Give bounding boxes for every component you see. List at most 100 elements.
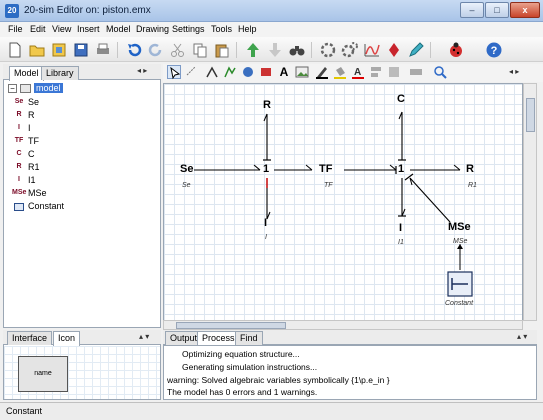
- process-output: Optimizing equation structure... Generat…: [163, 345, 537, 400]
- tab-interface[interactable]: Interface: [7, 331, 53, 345]
- minimize-button[interactable]: –: [460, 2, 484, 18]
- bond-junction2-i1[interactable]: [398, 178, 406, 217]
- node-c[interactable]: C: [397, 93, 405, 105]
- menu-settings[interactable]: Settings: [172, 24, 205, 34]
- bond-junction1-i[interactable]: [266, 178, 271, 220]
- collapse-icon[interactable]: −: [8, 84, 17, 93]
- node-junction1[interactable]: 1: [263, 163, 269, 175]
- help-icon[interactable]: ?: [485, 41, 503, 59]
- panel-arrows-icon[interactable]: ▴ ▾: [139, 332, 149, 341]
- binoculars-icon[interactable]: [288, 41, 306, 59]
- tab-process[interactable]: Process: [197, 331, 240, 346]
- node-tf[interactable]: TF: [319, 163, 332, 175]
- c-element-icon: C: [16, 150, 22, 157]
- image-tool-icon[interactable]: [295, 65, 309, 79]
- bond-junction2-c[interactable]: [398, 111, 406, 161]
- horizontal-scroll-thumb[interactable]: [176, 322, 286, 329]
- menu-insert[interactable]: Insert: [77, 24, 100, 34]
- rectangle-tool-icon[interactable]: [259, 65, 273, 79]
- arrange-icon[interactable]: [387, 65, 401, 79]
- menu-drawing[interactable]: Drawing: [136, 24, 169, 34]
- tab-library[interactable]: Library: [41, 66, 79, 80]
- i-element-icon: I: [18, 124, 20, 131]
- menu-view[interactable]: View: [52, 24, 71, 34]
- node-i1[interactable]: I: [399, 222, 402, 234]
- align-icon[interactable]: [369, 65, 383, 79]
- tab-icon[interactable]: Icon: [53, 331, 81, 346]
- bond-junction1-tf[interactable]: [274, 164, 313, 171]
- signal-constant-mse[interactable]: [457, 244, 463, 270]
- ellipse-tool-icon[interactable]: [241, 65, 255, 79]
- bond-junction2-r1[interactable]: [410, 164, 461, 171]
- select-pointer-icon[interactable]: [167, 65, 181, 80]
- text-tool-icon[interactable]: A: [277, 65, 291, 79]
- tab-find[interactable]: Find: [235, 331, 263, 345]
- polyline-tool-icon[interactable]: [223, 65, 237, 79]
- ladybug-icon[interactable]: [447, 41, 465, 59]
- node-r1-caption: R1: [468, 182, 477, 189]
- svg-text:A: A: [354, 67, 361, 78]
- canvas-vertical-scrollbar[interactable]: [523, 83, 537, 321]
- maximize-button[interactable]: □: [485, 2, 509, 18]
- print-icon[interactable]: [94, 41, 112, 59]
- menu-model[interactable]: Model: [106, 24, 131, 34]
- cut-icon[interactable]: [169, 41, 187, 59]
- toolbar-arrows-icon[interactable]: ◂ ▸: [509, 67, 519, 76]
- icon-preview-box[interactable]: name: [18, 356, 68, 392]
- paste-icon[interactable]: [213, 41, 231, 59]
- text-color-icon[interactable]: A: [351, 65, 365, 79]
- menu-tools[interactable]: Tools: [211, 24, 232, 34]
- bond-mse-junction2[interactable]: [404, 173, 451, 223]
- tab-model[interactable]: Model: [9, 66, 44, 81]
- zoom-region-icon[interactable]: [185, 65, 199, 79]
- vertical-scroll-thumb[interactable]: [526, 98, 535, 132]
- se-element-icon: Se: [14, 98, 24, 105]
- node-r[interactable]: R: [263, 99, 271, 111]
- output-line: The model has 0 errors and 1 warnings.: [167, 387, 318, 397]
- zoom-icon[interactable]: [433, 65, 447, 79]
- r-element-icon: R: [16, 111, 22, 118]
- save-icon[interactable]: [72, 41, 90, 59]
- menu-help[interactable]: Help: [238, 24, 257, 34]
- model-folder-icon: [20, 84, 31, 93]
- bond-junction1-r[interactable]: [263, 113, 271, 161]
- node-junction2[interactable]: 1: [398, 163, 404, 175]
- go-down-icon[interactable]: [266, 41, 284, 59]
- node-r1[interactable]: R: [466, 163, 474, 175]
- output-panel-arrows-icon[interactable]: ▴ ▾: [517, 332, 527, 341]
- node-mse[interactable]: MSe: [448, 221, 471, 233]
- line-tool-icon[interactable]: [205, 65, 219, 79]
- animation-icon[interactable]: [385, 41, 403, 59]
- tab-scroll-arrows-icon[interactable]: ◂ ▸: [137, 66, 147, 75]
- simulator-icon[interactable]: [363, 41, 381, 59]
- node-constant-caption: Constant: [445, 300, 474, 307]
- bond-se-junction1[interactable]: [194, 164, 261, 171]
- tf-element-icon: TF: [14, 137, 24, 144]
- menu-edit[interactable]: Edit: [30, 24, 46, 34]
- node-se-caption: Se: [182, 182, 191, 189]
- check-model-icon[interactable]: [319, 41, 337, 59]
- go-up-icon[interactable]: [244, 41, 262, 59]
- fill-color-icon[interactable]: [333, 65, 347, 79]
- node-i[interactable]: I: [264, 217, 267, 229]
- line-color-icon[interactable]: [315, 65, 329, 79]
- open-library-icon[interactable]: [50, 41, 68, 59]
- undo-icon[interactable]: [125, 41, 143, 59]
- process-model-icon[interactable]: [341, 41, 359, 59]
- model-canvas[interactable]: Se Se 1 R I I TF TF 1 C R R1 I I1 MSe MS…: [163, 83, 523, 321]
- node-mse-caption: MSe: [453, 238, 468, 245]
- constant-block[interactable]: [447, 271, 473, 297]
- bond-tf-junction2[interactable]: [344, 164, 397, 174]
- menu-file[interactable]: File: [8, 24, 23, 34]
- copy-icon[interactable]: [191, 41, 209, 59]
- layout-icon[interactable]: [409, 65, 423, 79]
- new-file-icon[interactable]: [6, 41, 24, 59]
- output-tab-strip: Output Process Find ▴ ▾: [163, 330, 537, 346]
- redo-icon[interactable]: [147, 41, 165, 59]
- open-folder-icon[interactable]: [28, 41, 46, 59]
- node-se[interactable]: Se: [180, 163, 193, 175]
- left-tab-strip: Model Library ◂ ▸: [3, 64, 161, 81]
- close-button[interactable]: x: [510, 2, 540, 18]
- canvas-horizontal-scrollbar[interactable]: [163, 320, 523, 330]
- pencil-icon[interactable]: [407, 41, 425, 59]
